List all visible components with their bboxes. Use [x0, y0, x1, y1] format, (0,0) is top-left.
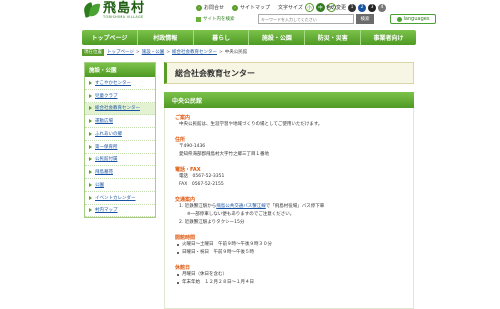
arrow-right-icon	[89, 182, 92, 187]
access-item-1: 1. 近鉄蟹江駅から飛島公共交通バス蟹江線で「飛島村役場」バス停下車	[179, 204, 325, 209]
leaf-logo-icon	[82, 2, 101, 20]
sidebar-item-education-center[interactable]: 総合社会教育センター	[85, 102, 155, 116]
hours-item: 火曜日～土曜日 午前９時～午後９時３０分	[175, 241, 403, 249]
sidebar-item-kids-club[interactable]: 児童クラブ	[85, 89, 155, 103]
section-title: 中央公民館	[164, 92, 414, 108]
page-title-bar: 総合社会教育センター	[164, 62, 414, 84]
globe-icon	[396, 16, 402, 22]
color-option-3[interactable]: 3	[368, 3, 377, 12]
gnav-disaster[interactable]: 防災・災害	[305, 30, 362, 45]
search-input[interactable]	[258, 14, 354, 24]
font-size-medium[interactable]: 中	[315, 3, 325, 12]
page-title: 総合社会教育センター	[175, 68, 255, 78]
color-option-4[interactable]: 4	[378, 3, 387, 12]
breadcrumb-current-page: 中央公民館	[224, 50, 248, 55]
arrow-right-icon	[89, 144, 92, 149]
font-size-label: 文字サイズ	[278, 5, 303, 11]
bus-line-link[interactable]: 飛島公共交通バス蟹江線	[216, 204, 266, 209]
closed-item: 月曜日（休日を含む）	[175, 271, 403, 279]
logo-name: 飛島村	[103, 1, 146, 17]
gnav-living[interactable]: 暮らし	[194, 30, 250, 45]
hours-heading: 開館時間	[175, 235, 196, 241]
global-nav: トップページ 村政情報 暮らし 施設・公園 防災・災害 事業者向け	[82, 30, 416, 45]
arrow-bullet-icon: ›	[232, 4, 238, 11]
font-size-small[interactable]: 小	[304, 3, 314, 12]
arrow-right-icon	[89, 157, 92, 162]
arrow-right-icon	[89, 131, 92, 136]
sidebar-item-village-map[interactable]: 村内マップ	[85, 204, 155, 218]
site-header: 飛島村 TOBISHIMA VILLAGE › お問合せ › サイトマップ 文字…	[0, 0, 500, 30]
arrow-right-icon	[89, 93, 92, 98]
address-heading: 住所	[175, 137, 186, 143]
sidebar-item-sports-ground[interactable]: 運動広場	[85, 115, 155, 128]
access-item-2: 2. 近鉄蟹江駅よりタクシー15分	[179, 220, 245, 225]
arrow-right-icon	[89, 80, 92, 85]
fax-number: FAX 0567-52-2155	[179, 182, 224, 187]
sidebar-item-nursery[interactable]: 第一保育所	[85, 140, 155, 154]
overview-text: 中央公民館は、生涯学習や地域づくりの場としてご使用いただけます。	[179, 122, 323, 127]
sidebar-title: 施設・公園	[85, 63, 155, 77]
logo-subtitle: TOBISHIMA VILLAGE	[103, 15, 144, 20]
hours-item: 日曜日・祝日 午前９時～午後５時	[175, 249, 403, 257]
sidebar: 施設・公園 すこやかセンター 児童クラブ 総合社会教育センター 運動広場 ふれあ…	[84, 62, 156, 219]
contact-link[interactable]: › お問合せ	[196, 2, 224, 13]
breadcrumb-education-center[interactable]: 総合社会教育センター	[172, 49, 217, 55]
color-option-2[interactable]: 2	[358, 3, 367, 12]
site-logo[interactable]: 飛島村 TOBISHIMA VILLAGE	[82, 1, 146, 20]
gnav-business[interactable]: 事業者向け	[361, 30, 416, 45]
sidebar-item-community-hall[interactable]: 公民館付属	[85, 153, 155, 167]
phone-heading: 電話・FAX	[175, 167, 201, 173]
overview-heading: ご案内	[175, 115, 191, 121]
arrow-right-icon	[89, 195, 92, 200]
closed-heading: 休館日	[175, 265, 191, 271]
postal-code: 〒490-1436	[179, 144, 206, 149]
access-note: ※一部停車しない便もありますのでご注意ください。	[187, 212, 295, 217]
arrow-right-icon	[89, 119, 92, 124]
breadcrumb-top[interactable]: トップページ	[107, 49, 134, 55]
gnav-village-policy[interactable]: 村政情報	[138, 30, 194, 45]
sidebar-item-cemetery[interactable]: 飛島墓苑	[85, 166, 155, 179]
sidebar-item-fureai[interactable]: ふれあいの郷	[85, 128, 155, 141]
sidebar-item-park[interactable]: 公園	[85, 179, 155, 192]
languages-button[interactable]: languages	[390, 14, 436, 24]
arrow-right-icon	[89, 106, 92, 111]
facility-details: ご案内 中央公民館は、生涯学習や地域づくりの場としてご使用いただけます。 住所 …	[164, 108, 414, 309]
access-heading: 交通案内	[175, 197, 196, 203]
sidebar-item-event-calendar[interactable]: イベントカレンダー	[85, 191, 155, 205]
breadcrumb: 現在位置 トップページ > 施設・公園 > 総合社会教育センター > 中央公民館	[82, 48, 248, 56]
search-button[interactable]: 検索	[356, 14, 374, 24]
arrow-right-icon	[89, 170, 92, 175]
search-label: サイト内を検索	[196, 16, 235, 22]
arrow-bullet-icon: ›	[196, 4, 202, 11]
gnav-top[interactable]: トップページ	[82, 30, 138, 45]
color-label: 色の変更	[326, 5, 347, 11]
sidebar-item-health-center[interactable]: すこやかセンター	[85, 77, 155, 90]
breadcrumb-facilities[interactable]: 施設・公園	[142, 49, 165, 55]
breadcrumb-current-label: 現在位置	[82, 48, 104, 56]
arrow-right-icon	[89, 208, 92, 213]
color-option-1[interactable]: 1	[348, 3, 357, 12]
sitemap-link[interactable]: › サイトマップ	[232, 2, 270, 13]
phone-number: 電話 0567-52-3351	[179, 174, 225, 179]
square-bullet-icon	[196, 16, 201, 22]
closed-item: 年末年始 １２月２８日～１月４日	[175, 279, 403, 287]
gnav-facilities[interactable]: 施設・公園	[249, 30, 306, 45]
color-switcher: 色の変更 1 2 3 4	[326, 2, 387, 13]
address-line: 愛知県海部郡飛島村大字竹之郷三丁目１番地	[179, 152, 269, 157]
